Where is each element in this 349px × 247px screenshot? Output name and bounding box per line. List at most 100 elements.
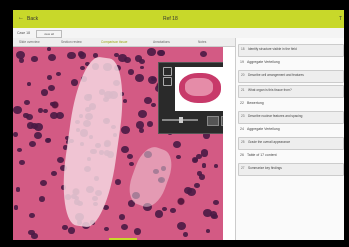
cell-nucleus bbox=[40, 180, 47, 187]
cell-nucleus bbox=[78, 52, 87, 60]
tab-slide-overview[interactable]: Slide overview bbox=[19, 40, 40, 44]
cell-nucleus bbox=[154, 210, 164, 218]
page-title: Ref 18 bbox=[163, 16, 178, 22]
item-text: Table of 17 content bbox=[247, 153, 277, 157]
question-item[interactable]: 18 Identify structure visible in the fiel… bbox=[238, 44, 344, 57]
cell-nucleus bbox=[28, 212, 35, 218]
item-text: Describe nuclear features and spacing bbox=[248, 114, 303, 118]
cell-nucleus bbox=[121, 224, 128, 231]
slide-viewer[interactable] bbox=[13, 47, 223, 240]
item-text: Summarize key findings bbox=[248, 166, 282, 170]
cell-nucleus bbox=[17, 147, 22, 152]
cell-nucleus bbox=[45, 137, 52, 144]
progress-indicator bbox=[109, 238, 137, 240]
cell-nucleus bbox=[62, 225, 68, 231]
minimap-zoom-in-icon[interactable] bbox=[163, 67, 172, 76]
cell-nucleus bbox=[147, 48, 156, 56]
zoom-slider-handle[interactable] bbox=[179, 117, 183, 123]
minimap-zoom-out-icon[interactable] bbox=[163, 77, 172, 86]
cell-nucleus bbox=[50, 102, 55, 107]
cell-nucleus bbox=[43, 108, 48, 114]
cell-nucleus bbox=[40, 89, 49, 96]
cell-nucleus bbox=[198, 174, 206, 181]
tab-bar: Slide overview Section review Comparison… bbox=[13, 38, 235, 47]
cell-nucleus bbox=[173, 141, 182, 149]
cell-nucleus bbox=[157, 49, 165, 57]
cell-nucleus bbox=[213, 164, 218, 168]
cell-nucleus bbox=[34, 132, 42, 140]
question-item[interactable]: 20 Describe cell arrangement and features bbox=[238, 70, 344, 83]
cell-nucleus bbox=[67, 226, 76, 234]
cell-nucleus bbox=[127, 68, 135, 75]
question-item[interactable]: 25 Grade the overall appearance bbox=[238, 137, 344, 150]
cell-nucleus bbox=[193, 182, 201, 189]
section-heading[interactable]: 19 Aggregate Verteilung bbox=[238, 59, 342, 66]
cell-nucleus bbox=[18, 58, 25, 64]
cell-nucleus bbox=[28, 140, 36, 148]
view-all-button[interactable]: view all bbox=[36, 30, 62, 38]
cell-nucleus bbox=[27, 82, 32, 86]
item-text: What organ is this tissue from? bbox=[248, 88, 292, 92]
cell-nucleus bbox=[104, 226, 109, 231]
cell-nucleus bbox=[13, 131, 19, 137]
cell-nucleus bbox=[170, 208, 176, 214]
app-screen: ← Back Ref 18 T Case 18 view all Slide o… bbox=[13, 10, 344, 240]
cell-nucleus bbox=[121, 126, 130, 134]
cell-nucleus bbox=[121, 146, 129, 154]
cell-nucleus bbox=[146, 120, 154, 127]
tab-notes[interactable]: Notes bbox=[198, 40, 206, 44]
cell-nucleus bbox=[114, 52, 119, 57]
cell-nucleus bbox=[26, 121, 35, 129]
back-arrow-icon[interactable]: ← bbox=[18, 15, 24, 21]
item-number: 19 bbox=[240, 60, 244, 64]
item-number: 24 bbox=[240, 127, 244, 131]
cell-nucleus bbox=[196, 153, 203, 160]
item-number: 22 bbox=[240, 101, 244, 105]
question-item[interactable]: 27 Summarize key findings bbox=[238, 163, 344, 176]
section-heading[interactable]: 22 Bewertung bbox=[238, 100, 342, 107]
topbar-right-label[interactable]: T bbox=[339, 16, 342, 22]
cell-nucleus bbox=[176, 154, 182, 160]
minimap-grid-button[interactable] bbox=[207, 116, 219, 126]
breadcrumb[interactable]: Case 18 bbox=[17, 31, 30, 35]
tab-comparison-tissue[interactable]: Comparison tissue bbox=[101, 40, 127, 44]
item-text: Identify structure visible in the field bbox=[248, 47, 297, 51]
overview-minimap[interactable] bbox=[158, 62, 223, 134]
cell-nucleus bbox=[118, 214, 126, 221]
item-number: 27 bbox=[241, 166, 245, 170]
cell-nucleus bbox=[23, 113, 29, 118]
cell-nucleus bbox=[28, 229, 35, 236]
cell-nucleus bbox=[148, 75, 157, 85]
cell-nucleus bbox=[139, 128, 145, 133]
cell-nucleus bbox=[15, 187, 21, 192]
question-item[interactable]: 23 Describe nuclear features and spacing bbox=[238, 111, 344, 124]
minimap-thumbnail[interactable] bbox=[175, 67, 223, 111]
tab-section-review[interactable]: Section review bbox=[61, 40, 82, 44]
cell-nucleus bbox=[135, 73, 144, 82]
item-number: 20 bbox=[241, 73, 245, 77]
cell-nucleus bbox=[123, 99, 128, 104]
minimap-fullscreen-button[interactable] bbox=[221, 116, 223, 126]
cell-nucleus bbox=[31, 55, 38, 62]
cell-nucleus bbox=[115, 179, 122, 185]
cell-nucleus bbox=[213, 200, 220, 206]
cell-nucleus bbox=[128, 161, 135, 167]
cell-nucleus bbox=[38, 196, 45, 202]
section-heading[interactable]: 26 Table of 17 content bbox=[238, 152, 342, 159]
cell-nucleus bbox=[127, 153, 133, 159]
cell-nucleus bbox=[70, 79, 78, 86]
section-heading[interactable]: 24 Aggregate Verteilung bbox=[238, 126, 342, 133]
item-text: Grade the overall appearance bbox=[248, 140, 291, 144]
cell-nucleus bbox=[19, 159, 25, 165]
cell-nucleus bbox=[176, 221, 186, 230]
question-item[interactable]: 21 What organ is this tissue from? bbox=[238, 85, 344, 98]
cell-nucleus bbox=[47, 84, 55, 92]
item-text: Aggregate Verteilung bbox=[247, 60, 280, 64]
top-bar: ← Back Ref 18 T bbox=[13, 10, 344, 28]
cell-nucleus bbox=[47, 74, 53, 80]
cell-nucleus bbox=[50, 170, 57, 176]
minimap-tissue bbox=[179, 73, 221, 103]
question-panel: 18 Identify structure visible in the fiel… bbox=[235, 38, 344, 240]
back-button-label[interactable]: Back bbox=[27, 16, 38, 22]
tab-annotations[interactable]: Annotations bbox=[153, 40, 170, 44]
